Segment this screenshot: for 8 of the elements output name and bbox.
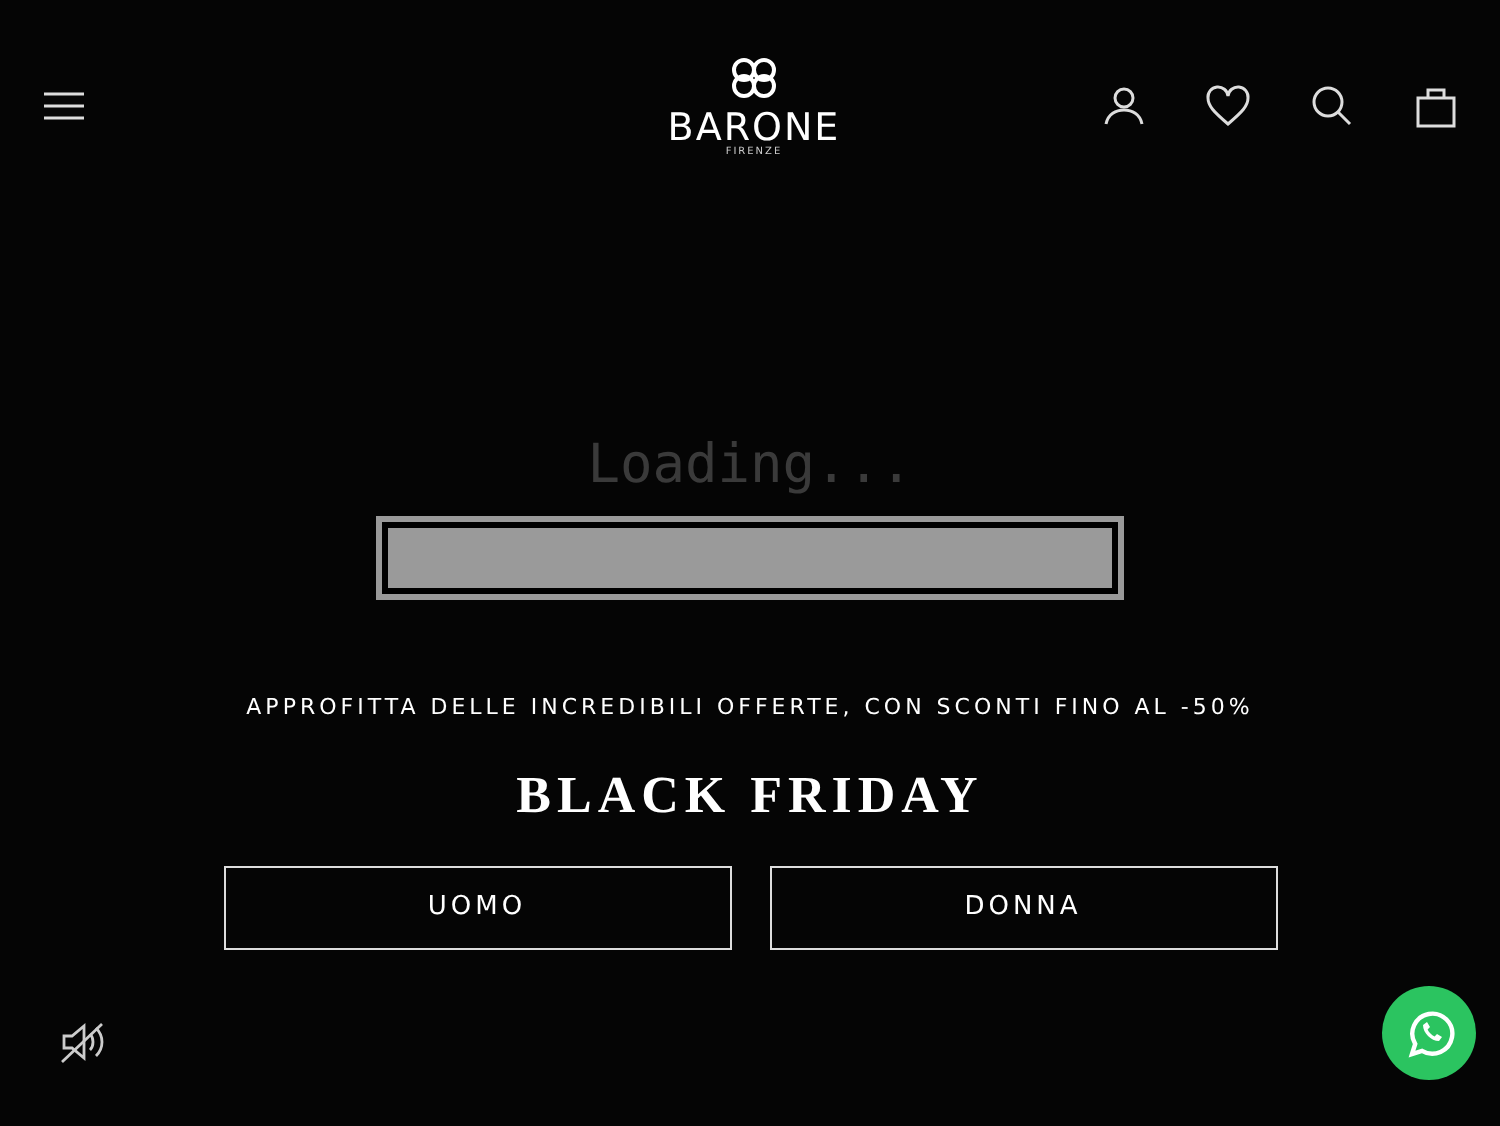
heart-icon[interactable] bbox=[1203, 81, 1252, 129]
category-button[interactable]: UOMO bbox=[223, 866, 731, 950]
promo-text: APPROFITTA DELLE INCREDIBILI OFFERTE, CON SCONTI FINO AL -50% bbox=[246, 691, 1254, 723]
category-button[interactable]: DONNA bbox=[769, 866, 1277, 950]
search-icon[interactable] bbox=[1307, 81, 1356, 129]
logo-text[interactable]: BARONE bbox=[667, 109, 841, 147]
hero-title: BLACK FRIDAY bbox=[516, 764, 984, 828]
whatsapp-button[interactable] bbox=[1382, 986, 1476, 1080]
